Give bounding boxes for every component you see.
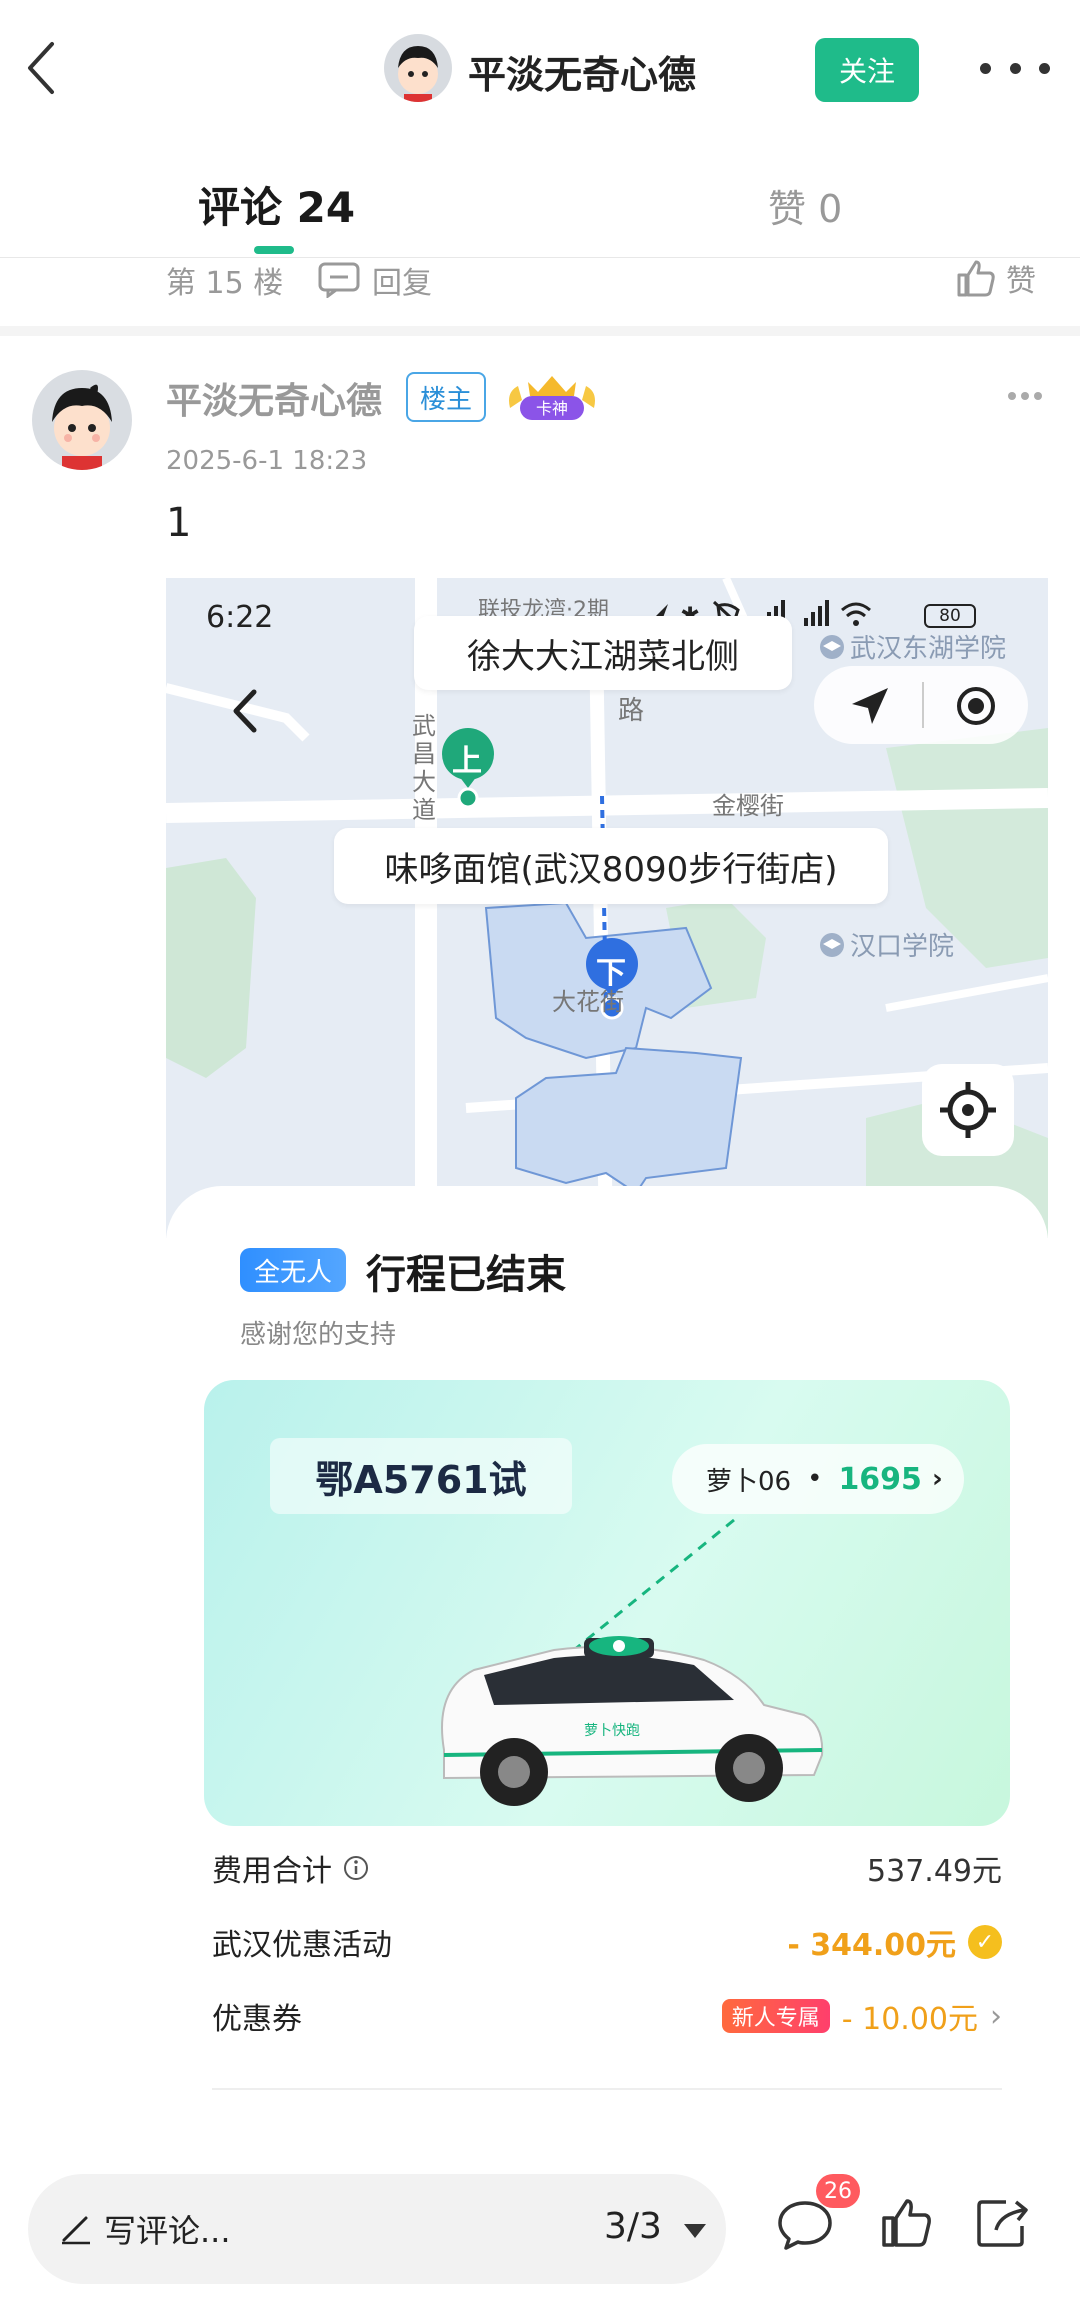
dropoff-location-label: 味哆面馆(武汉8090步行街店) xyxy=(334,828,888,904)
trip-status: 行程已结束 xyxy=(366,1252,566,1298)
status-time: 6:22 xyxy=(206,600,274,635)
fee-divider xyxy=(212,2088,1002,2090)
comment-avatar[interactable] xyxy=(32,370,132,470)
road-label-jinying: 金樱街 xyxy=(712,792,784,820)
map-back-button xyxy=(226,686,266,736)
school-icon xyxy=(820,932,844,957)
caret-down-icon[interactable] xyxy=(684,2224,706,2238)
tab-likes[interactable]: 赞 0 xyxy=(768,178,842,233)
road-label-lu: 路 xyxy=(618,696,645,726)
reply-label: 回复 xyxy=(372,266,432,301)
car-brand-text: 萝卜快跑 xyxy=(584,1723,640,1739)
poi-hankou-college: 汉口学院 xyxy=(818,926,954,963)
more-options-button[interactable] xyxy=(980,48,1050,88)
control-divider xyxy=(922,682,924,728)
comment-author[interactable]: 平淡无奇心德 xyxy=(166,372,382,424)
chevron-right-icon: › xyxy=(931,1464,943,1494)
pickup-pin-text: 上 xyxy=(452,744,482,779)
tab-comments[interactable]: 评论 24 xyxy=(198,174,355,235)
header-username[interactable]: 平淡无奇心德 xyxy=(468,44,696,99)
comment-placeholder: 写评论... xyxy=(104,2212,231,2250)
pencil-icon xyxy=(62,2216,90,2245)
driverless-badge: 全无人 xyxy=(240,1248,347,1292)
road-label-dahua: 大花街 xyxy=(552,988,624,1016)
top-header: 平淡无奇心德 关注 xyxy=(0,0,1080,140)
rank-badge-text: 卡神 xyxy=(536,399,568,418)
poi-donghu-college: 武汉东湖学院 xyxy=(818,628,1006,665)
share-icon[interactable] xyxy=(976,2198,1030,2248)
previous-comment-footer: 第 15 楼 回复 赞 xyxy=(0,258,1080,336)
dot-icon xyxy=(980,62,991,74)
record-target-icon xyxy=(957,687,995,725)
promo-row: 武汉优惠活动 - 344.00元 ✓ xyxy=(212,1914,1002,1964)
dot-icon xyxy=(1039,62,1050,74)
active-tab-indicator xyxy=(254,246,294,254)
bottom-bar: 写评论... 3/3 26 xyxy=(0,2148,1080,2310)
crown-badge-icon: 卡神 xyxy=(509,376,595,420)
comment-count-badge: 26 xyxy=(816,2174,860,2208)
locate-me-button xyxy=(922,1064,1014,1156)
vehicle-name: 萝卜06 xyxy=(706,1466,792,1497)
comment-more-button[interactable] xyxy=(1008,392,1042,402)
battery-indicator: 80 xyxy=(924,604,976,628)
dot-icon xyxy=(1008,392,1016,400)
new-user-badge: 新人专属 xyxy=(721,1999,830,2033)
poi-label: 汉口学院 xyxy=(850,932,955,962)
op-badge: 楼主 xyxy=(406,372,486,422)
fee-total-label: 费用合计 xyxy=(212,1854,332,1889)
navigation-arrow-icon xyxy=(852,688,888,724)
comment-image[interactable]: 6:22 联投龙湾·2期 ✱ 80 徐大大江湖菜北侧 xyxy=(166,578,1048,2148)
reply-button[interactable]: 回复 xyxy=(318,258,432,302)
fee-total-row: 费用合计 537.49元 xyxy=(212,1840,1002,1890)
school-icon xyxy=(820,634,844,659)
promo-value: - 344.00元 xyxy=(787,1928,956,1963)
vehicle-card: 鄂A5761试 萝卜06 • 1695 › 萝卜快跑 xyxy=(204,1380,1010,1826)
floor-number: 第 15 楼 xyxy=(166,266,284,301)
reply-bubble-icon xyxy=(318,262,360,298)
chevron-left-icon xyxy=(28,42,54,94)
promo-label: 武汉优惠活动 xyxy=(212,1928,392,1963)
check-circle-icon: ✓ xyxy=(968,1925,1002,1959)
vehicle-number: 1695 xyxy=(838,1461,922,1497)
header-avatar[interactable] xyxy=(384,34,452,102)
back-button[interactable] xyxy=(22,38,82,98)
road-label-wuchang: 武昌大道 xyxy=(412,712,436,824)
like-label: 赞 xyxy=(1006,264,1036,299)
pickup-location-label: 徐大大江湖菜北侧 xyxy=(414,616,792,690)
fee-total-value: 537.49元 xyxy=(867,1854,1002,1889)
map-controls xyxy=(814,666,1028,744)
thanks-text: 感谢您的支持 xyxy=(240,1320,397,1350)
crosshair-icon xyxy=(940,1082,996,1138)
write-comment-input[interactable]: 写评论... 3/3 xyxy=(28,2174,726,2284)
chevron-right-icon: › xyxy=(990,1998,1002,2034)
coupon-row: 优惠券 新人专属 - 10.00元 › xyxy=(212,1988,1002,2038)
poi-label: 武汉东湖学院 xyxy=(850,634,1007,664)
separator-dot: • xyxy=(807,1464,823,1494)
tab-bar: 评论 24 赞 0 xyxy=(0,150,1080,258)
coupon-value: - 10.00元 xyxy=(841,2002,978,2037)
robotaxi-car-image: 萝卜快跑 xyxy=(441,1518,824,1806)
dot-icon xyxy=(1021,392,1029,400)
chevron-left-icon xyxy=(233,689,257,733)
dot-icon xyxy=(1034,392,1042,400)
thumbs-up-icon[interactable] xyxy=(880,2198,932,2248)
coupon-label: 优惠券 xyxy=(212,2002,302,2037)
comment-timestamp: 2025-6-1 18:23 xyxy=(166,446,368,476)
rank-badge: 卡神 xyxy=(502,370,602,426)
comment-text: 1 xyxy=(166,500,192,546)
image-page-indicator[interactable]: 3/3 xyxy=(604,2206,662,2247)
follow-button[interactable]: 关注 xyxy=(815,38,919,102)
info-icon xyxy=(344,1856,368,1880)
like-button[interactable]: 赞 xyxy=(956,256,1036,300)
dot-icon xyxy=(1009,62,1021,74)
map-view: 6:22 联投龙湾·2期 ✱ 80 徐大大江湖菜北侧 xyxy=(166,578,1048,1238)
thumbs-up-icon xyxy=(957,260,995,297)
